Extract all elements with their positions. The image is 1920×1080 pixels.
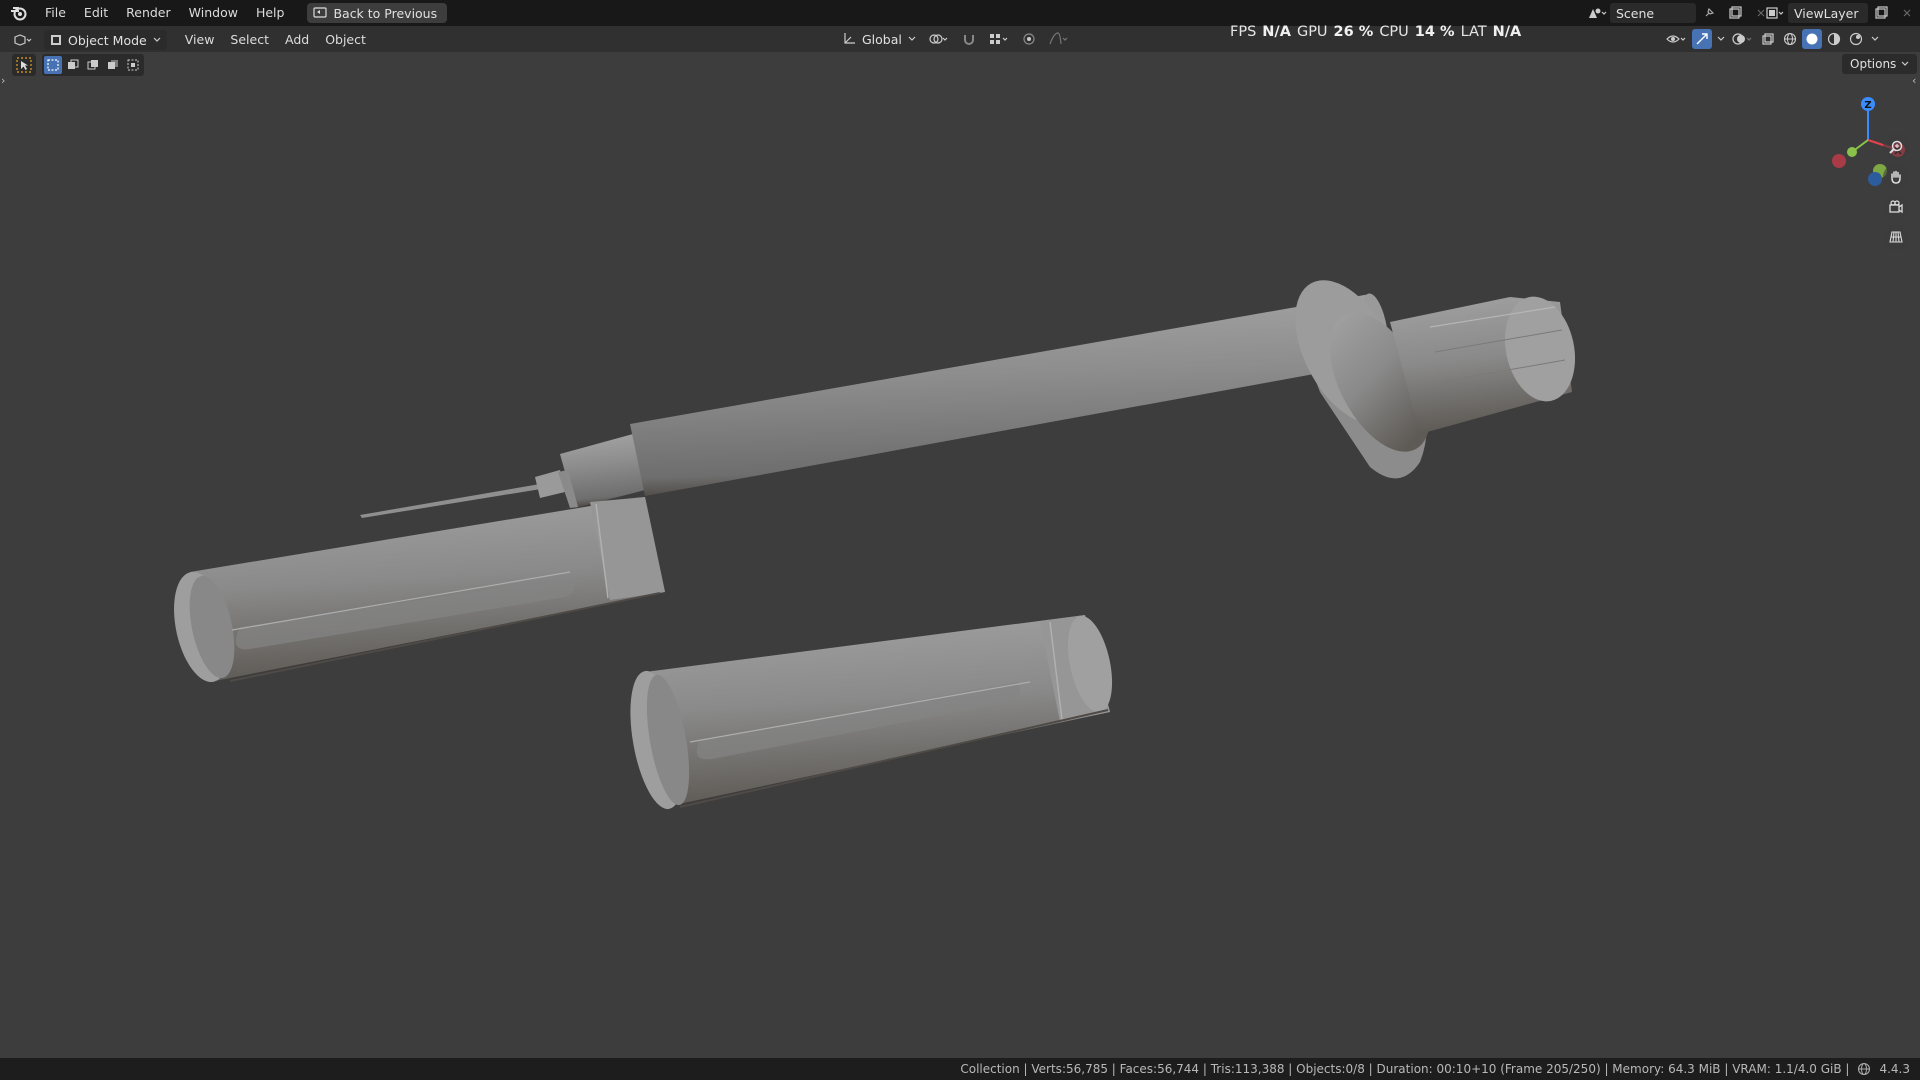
orientation-axes-icon (844, 33, 855, 44)
scene-browse-icon[interactable] (1584, 3, 1610, 23)
rendered-shading-icon[interactable] (1846, 29, 1866, 49)
status-bar: Collection | Verts:56,785 | Faces:56,744… (0, 1058, 1920, 1080)
menu-add[interactable]: Add (277, 29, 317, 51)
snap-toggle-icon[interactable] (956, 29, 982, 49)
view-layer-name-field[interactable]: ViewLayer (1788, 3, 1868, 23)
scene-render[interactable] (0, 52, 1920, 1058)
delete-view-layer-icon[interactable] (1894, 3, 1920, 23)
back-to-previous-button[interactable]: Back to Previous (307, 3, 448, 23)
pin-icon[interactable] (1696, 3, 1722, 23)
blender-logo-icon[interactable] (8, 2, 30, 24)
cpu-label: CPU (1379, 24, 1409, 40)
menu-help[interactable]: Help (247, 2, 294, 24)
scene-name: Scene (1616, 5, 1655, 21)
scene-statistics: Collection | Verts:56,785 | Faces:56,744… (960, 1062, 1850, 1076)
blender-version: 4.4.3 (1879, 1062, 1910, 1076)
menu-render[interactable]: Render (117, 2, 180, 24)
orientation-label: Global (862, 31, 902, 47)
scene-selector: Scene (1584, 2, 1774, 24)
snap-target-icon[interactable] (986, 29, 1012, 49)
pivot-point-icon[interactable] (926, 29, 952, 49)
3d-viewport[interactable]: Options › ‹ Z X (0, 52, 1920, 1058)
fps-label: FPS (1230, 24, 1257, 40)
view-layer-selector: ViewLayer (1762, 2, 1920, 24)
proportional-editing-icon[interactable] (1016, 29, 1042, 49)
object-mode-label: Object Mode (68, 32, 147, 48)
main-menu: File Edit Render Window Help (36, 2, 293, 24)
performance-stats: FPS N/A GPU 26 % CPU 14 % LAT N/A (1230, 24, 1521, 40)
plunger-cap-mesh[interactable] (621, 612, 1120, 813)
xray-toggle-icon[interactable] (1758, 29, 1778, 49)
screen-back-icon (313, 7, 328, 18)
gizmo-toggle-icon[interactable] (1692, 29, 1712, 49)
shading-dropdown-icon[interactable] (1868, 29, 1882, 49)
menu-select[interactable]: Select (222, 29, 277, 51)
falloff-curve-icon[interactable] (1046, 29, 1072, 49)
viewport-header: Object Mode View Select Add Object Globa… (0, 26, 1920, 52)
transform-orientation-dropdown[interactable]: Global (836, 29, 922, 49)
scene-name-field[interactable]: Scene (1610, 3, 1696, 23)
object-mode-dropdown[interactable]: Object Mode (44, 30, 167, 50)
network-globe-icon (1858, 1062, 1871, 1076)
lat-label: LAT (1460, 24, 1487, 40)
gizmo-dropdown-icon[interactable] (1714, 29, 1728, 49)
solid-shading-icon[interactable] (1802, 29, 1822, 49)
view-layer-browse-icon[interactable] (1762, 3, 1788, 23)
chevron-down-icon (153, 37, 161, 42)
menu-edit[interactable]: Edit (75, 2, 117, 24)
editor-type-icon[interactable] (10, 30, 36, 50)
gpu-value: 26 % (1333, 24, 1374, 40)
new-scene-icon[interactable] (1722, 3, 1748, 23)
material-preview-icon[interactable] (1824, 29, 1844, 49)
menu-object[interactable]: Object (317, 29, 374, 51)
visibility-eye-icon[interactable] (1664, 29, 1690, 49)
menu-window[interactable]: Window (180, 2, 247, 24)
wireframe-shading-icon[interactable] (1780, 29, 1800, 49)
gpu-label: GPU (1296, 24, 1328, 40)
syringe-body-mesh[interactable] (360, 263, 1584, 518)
view-layer-name: ViewLayer (1794, 5, 1859, 21)
top-menu-bar: File Edit Render Window Help Back to Pre… (0, 0, 1920, 26)
overlays-icon[interactable] (1730, 29, 1756, 49)
menu-view[interactable]: View (177, 29, 223, 51)
object-mode-icon (51, 35, 61, 45)
lat-value: N/A (1492, 24, 1522, 40)
menu-file[interactable]: File (36, 2, 75, 24)
back-to-previous-label: Back to Previous (333, 5, 438, 21)
cpu-value: 14 % (1414, 24, 1455, 40)
fps-value: N/A (1262, 24, 1291, 40)
chevron-down-icon (908, 36, 916, 41)
needle-cap-mesh[interactable] (165, 497, 665, 687)
new-view-layer-icon[interactable] (1868, 3, 1894, 23)
